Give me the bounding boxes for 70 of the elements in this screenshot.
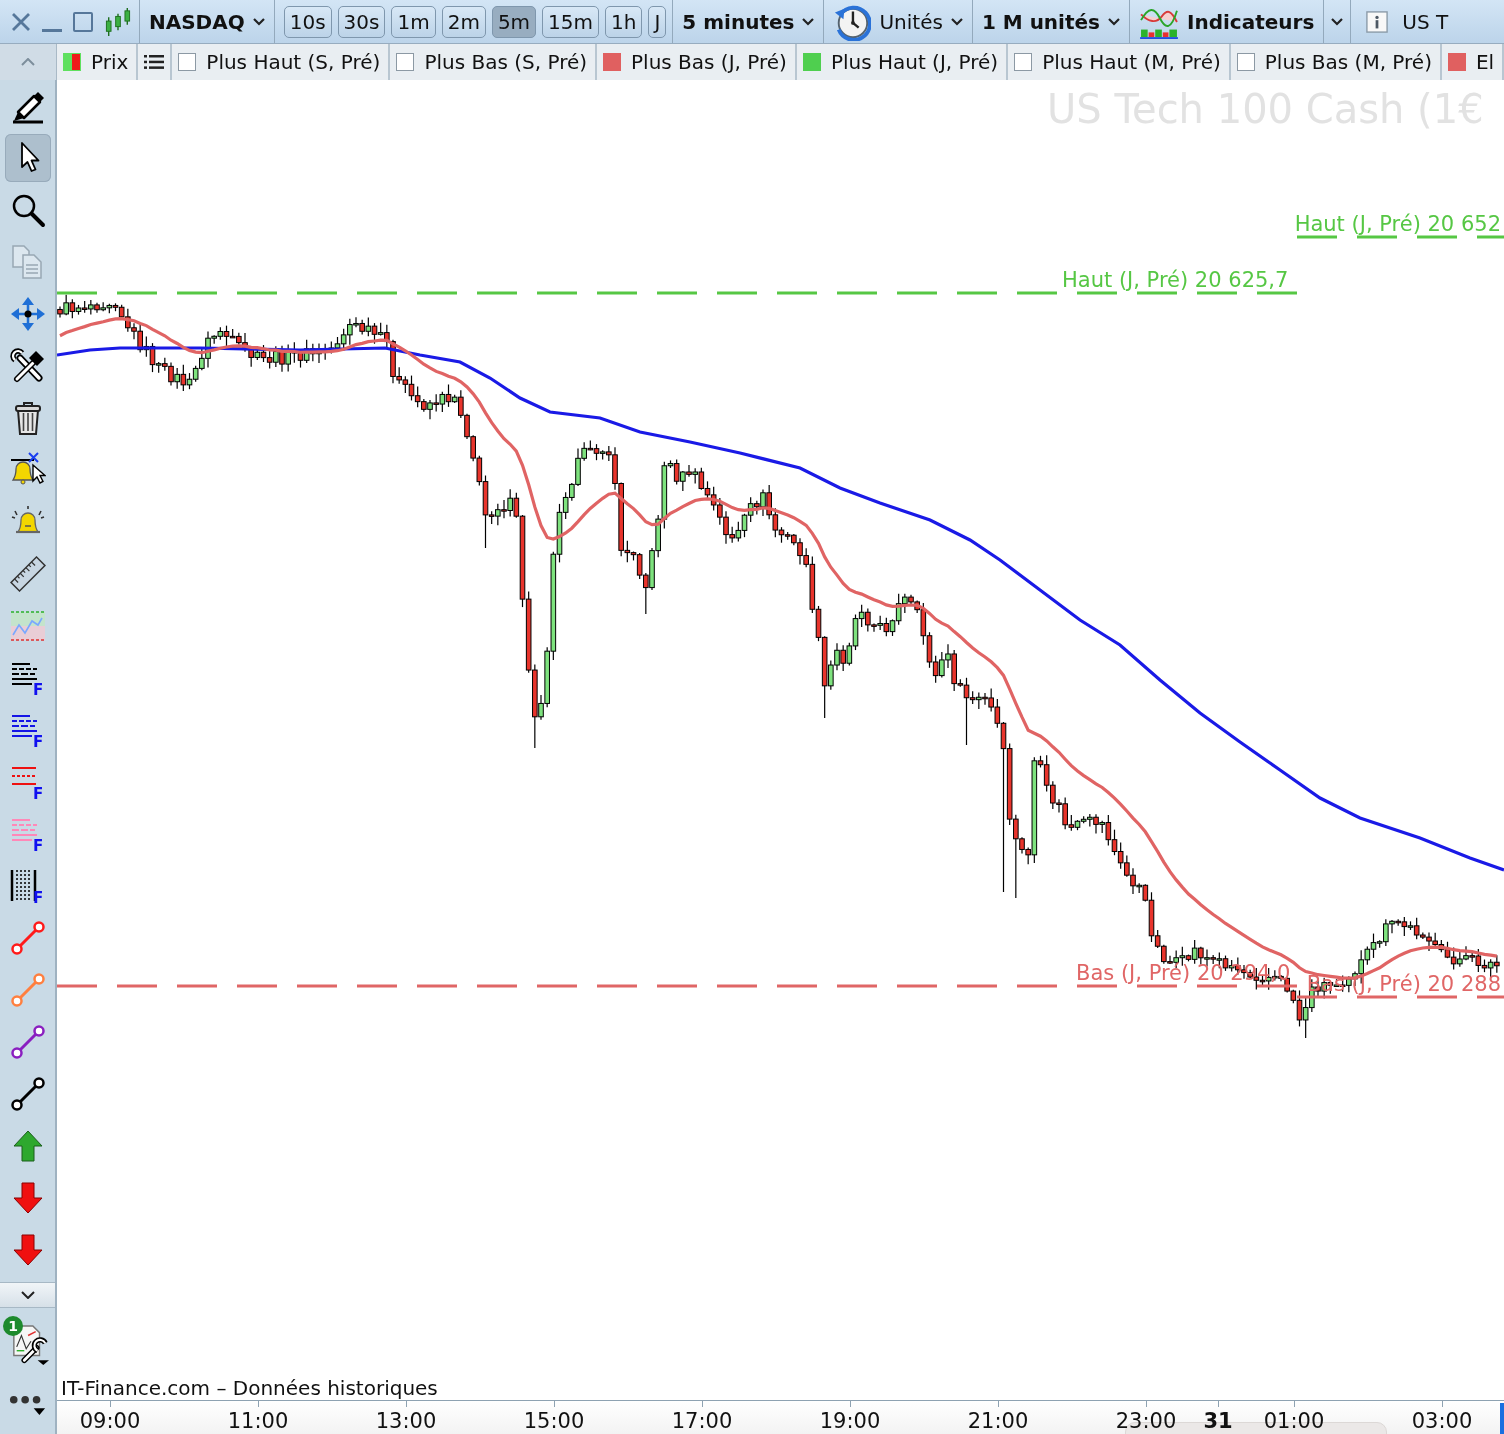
data-source-label: IT-Finance.com – Données historiques bbox=[61, 1376, 438, 1400]
time-label: 23:00 bbox=[1115, 1410, 1177, 1432]
units-dropdown[interactable]: Unités bbox=[824, 0, 972, 43]
tool-button[interactable]: F bbox=[4, 810, 51, 858]
legend-checkbox[interactable] bbox=[63, 53, 81, 71]
tool-button[interactable] bbox=[4, 134, 51, 182]
tool-button[interactable]: F bbox=[4, 862, 51, 910]
timeframe-button[interactable]: 10s bbox=[283, 5, 332, 38]
maximize-icon[interactable] bbox=[73, 11, 93, 32]
caret-icon bbox=[1331, 17, 1344, 26]
chevron-down-icon bbox=[20, 1291, 35, 1299]
level-label: Haut (J, Pré) 20 625,7 bbox=[1062, 268, 1289, 292]
legend-item[interactable]: Plus Haut (S, Pré) bbox=[172, 44, 391, 80]
list-icon bbox=[144, 54, 165, 70]
legend-checkbox[interactable] bbox=[1447, 53, 1466, 71]
legend-item[interactable]: Plus Bas (J, Pré) bbox=[597, 44, 797, 80]
timeframe-button[interactable]: 1m bbox=[391, 5, 436, 38]
period-dropdown[interactable]: 5 minutes bbox=[673, 0, 824, 43]
level-label: Haut (J, Pré) 20 652 bbox=[1294, 212, 1501, 236]
bell-cursor-icon bbox=[9, 452, 46, 488]
time-label: 13:00 bbox=[375, 1410, 437, 1432]
tool-button[interactable]: F bbox=[4, 654, 51, 702]
time-label: 19:00 bbox=[819, 1410, 881, 1432]
legend-item[interactable]: El bbox=[1441, 44, 1504, 80]
caret-icon bbox=[802, 17, 815, 26]
count-badge: 1 bbox=[3, 1316, 23, 1336]
legend-item[interactable]: Plus Haut (J, Pré) bbox=[796, 44, 1009, 80]
time-label: 21:00 bbox=[967, 1410, 1029, 1432]
candlestick-icon[interactable] bbox=[105, 7, 131, 36]
indicators-button[interactable]: Indicateurs bbox=[1130, 0, 1324, 43]
zone-icon bbox=[9, 608, 46, 644]
timeframe-button[interactable]: 2m bbox=[441, 5, 486, 38]
info-button[interactable]: US T bbox=[1351, 0, 1458, 43]
wrench-hammer-icon bbox=[9, 348, 46, 384]
time-label: 31 bbox=[1203, 1410, 1233, 1432]
scroll-down-button[interactable] bbox=[0, 1282, 55, 1308]
move-arrows-icon bbox=[9, 296, 46, 332]
legend-item[interactable]: Plus Bas (M, Pré) bbox=[1230, 44, 1442, 80]
tool-button[interactable]: F bbox=[4, 758, 51, 806]
instrument-dropdown[interactable]: NASDAQ bbox=[140, 0, 274, 43]
timeframe-button[interactable]: 30s bbox=[337, 5, 386, 38]
list-button[interactable] bbox=[138, 44, 173, 80]
scroll-handle[interactable] bbox=[1500, 1403, 1504, 1434]
legend-item[interactable]: Plus Bas (S, Pré) bbox=[390, 44, 598, 80]
time-label: 11:00 bbox=[227, 1410, 289, 1432]
legend-item[interactable]: Plus Haut (M, Pré) bbox=[1008, 44, 1231, 80]
chevron-up-icon bbox=[21, 58, 35, 66]
timeframe-button[interactable]: 5m bbox=[491, 5, 537, 38]
time-label: 01:00 bbox=[1263, 1410, 1325, 1432]
time-label: 15:00 bbox=[523, 1410, 585, 1432]
legend-checkbox[interactable] bbox=[603, 53, 622, 71]
legend-item[interactable]: Prix bbox=[57, 44, 139, 80]
legend-checkbox[interactable] bbox=[1236, 53, 1255, 71]
legend-checkbox[interactable] bbox=[802, 53, 821, 71]
tool-button[interactable]: F bbox=[4, 706, 51, 754]
caret-icon bbox=[252, 17, 265, 26]
legend-checkbox[interactable] bbox=[1014, 53, 1033, 71]
time-label: 09:00 bbox=[79, 1410, 141, 1432]
timeframe-button[interactable]: J bbox=[648, 5, 667, 38]
timeframe-button[interactable]: 1h bbox=[605, 5, 643, 38]
caret-icon bbox=[950, 17, 963, 26]
info-icon bbox=[1366, 10, 1389, 33]
caret-icon bbox=[1108, 17, 1120, 26]
legend-checkbox[interactable] bbox=[396, 53, 415, 71]
timeframe-button[interactable]: 15m bbox=[542, 5, 600, 38]
time-label: 03:00 bbox=[1411, 1410, 1473, 1432]
close-icon[interactable] bbox=[11, 11, 31, 32]
time-label: 17:00 bbox=[671, 1410, 733, 1432]
volume-dropdown[interactable]: 1 M unités bbox=[972, 0, 1129, 43]
legend-checkbox[interactable] bbox=[178, 53, 197, 71]
